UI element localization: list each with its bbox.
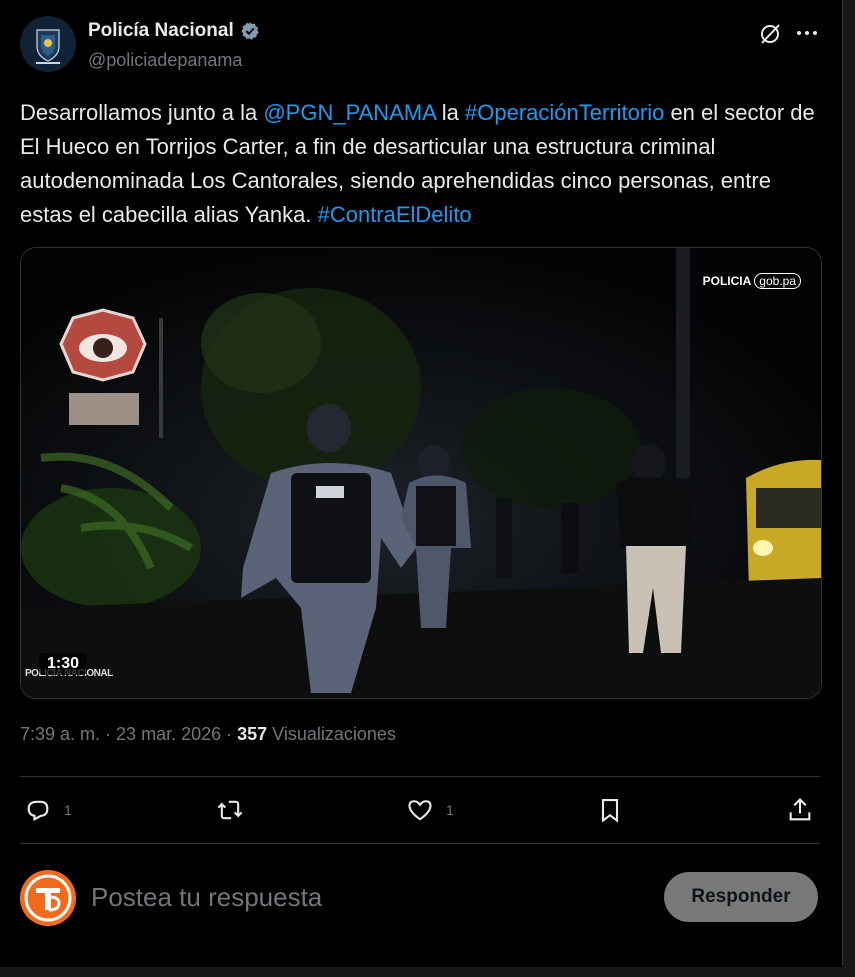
reply-button[interactable]: 1: [24, 790, 72, 830]
author-avatar[interactable]: [20, 16, 76, 72]
post-metadata: 7:39 a. m. · 23 mar. 2026 · 357 Visualiz…: [20, 724, 396, 745]
reply-icon: [27, 800, 49, 822]
user-avatar[interactable]: [20, 870, 76, 926]
scrollbar-track[interactable]: [843, 0, 855, 977]
video-watermark: POLICIA gob.pa: [702, 273, 801, 289]
meta-separator: ·: [100, 724, 117, 744]
respond-button[interactable]: Responder: [664, 872, 818, 922]
share-button[interactable]: [786, 790, 814, 830]
like-count: 1: [446, 802, 454, 818]
share-icon: [789, 798, 811, 821]
police-shield-logo: [20, 16, 76, 72]
like-button[interactable]: 1: [406, 790, 454, 830]
post-text-segment: la: [435, 100, 466, 125]
verified-badge-icon[interactable]: [240, 21, 260, 41]
reply-composer: Postea tu respuesta Responder: [20, 870, 820, 926]
divider: [20, 776, 820, 777]
divider: [20, 843, 820, 844]
watermark-domain: gob.pa: [754, 273, 801, 289]
author-name-row: Policía Nacional: [88, 20, 260, 42]
video-player[interactable]: POLICIAgob.pa POLICIA NACIONAL 1:30: [20, 247, 822, 699]
views-label: Visualizaciones: [267, 724, 396, 744]
bookmark-icon: [601, 799, 619, 823]
meta-separator: ·: [221, 724, 238, 744]
repost-icon: [217, 800, 243, 820]
post-text: Desarrollamos junto a la @PGN_PANAMA la …: [20, 96, 820, 232]
reply-input[interactable]: Postea tu respuesta: [91, 882, 322, 913]
views-count: 357: [237, 724, 268, 744]
grok-icon[interactable]: [758, 22, 782, 46]
author-display-name[interactable]: Policía Nacional: [88, 20, 234, 42]
action-bar: 1 1: [20, 790, 820, 830]
mention-link[interactable]: @PGN_PANAMA: [263, 100, 435, 125]
window-edge: [0, 967, 855, 977]
hashtag-link[interactable]: #ContraElDelito: [318, 202, 472, 227]
bookmark-button[interactable]: [596, 790, 624, 830]
repost-button[interactable]: [216, 790, 256, 830]
post-date[interactable]: 23 mar. 2026: [116, 724, 221, 744]
td-logo: [20, 870, 76, 926]
watermark-brand: POLICIA: [702, 274, 752, 288]
reply-count: 1: [64, 802, 72, 818]
post-time[interactable]: 7:39 a. m.: [20, 724, 100, 744]
heart-icon: [408, 800, 432, 821]
hashtag-link[interactable]: #OperaciónTerritorio: [465, 100, 664, 125]
post-header: Policía Nacional @policiadepanama: [20, 16, 820, 76]
more-options-icon[interactable]: [796, 30, 818, 36]
post-detail: Policía Nacional @policiadepanama Desarr…: [0, 0, 843, 966]
post-text-segment: Desarrollamos junto a la: [20, 100, 264, 125]
author-handle[interactable]: @policiadepanama: [88, 50, 242, 71]
video-duration-badge: 1:30: [39, 653, 88, 675]
video-frame: [21, 248, 821, 698]
